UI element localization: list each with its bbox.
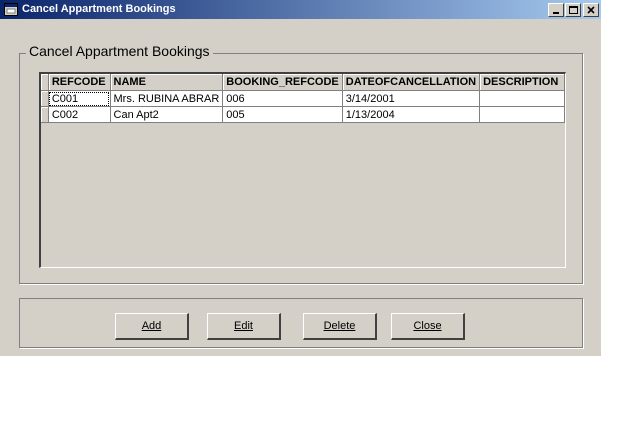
cell-date-of-cancellation[interactable]: 3/14/2001 bbox=[342, 90, 481, 107]
buttons-groupbox bbox=[19, 298, 583, 348]
column-header-name[interactable]: NAME bbox=[110, 74, 224, 91]
row-selector[interactable] bbox=[41, 106, 49, 123]
minimize-button[interactable] bbox=[548, 3, 564, 17]
close-icon bbox=[587, 6, 595, 14]
edit-button[interactable]: Edit bbox=[207, 313, 281, 340]
window-title: Cancel Appartment Bookings bbox=[22, 3, 176, 15]
close-button-label: Close bbox=[413, 320, 442, 332]
bookings-table: REFCODE NAME BOOKING_REFCODE DATEOFCANCE… bbox=[41, 74, 565, 123]
add-button[interactable]: Add bbox=[115, 313, 189, 340]
cell-name[interactable]: Mrs. RUBINA ABRAR bbox=[110, 90, 224, 107]
app-window: Cancel Appartment Bookings Cancel Appart… bbox=[0, 0, 601, 356]
close-button[interactable]: Close bbox=[391, 313, 465, 340]
cell-description[interactable] bbox=[479, 106, 565, 123]
column-header-date-of-cancellation[interactable]: DATEOFCANCELLATION bbox=[342, 74, 481, 91]
cell-description[interactable] bbox=[479, 90, 565, 107]
column-header-refcode[interactable]: REFCODE bbox=[48, 74, 111, 91]
maximize-icon bbox=[569, 6, 578, 14]
delete-button-label: Delete bbox=[323, 320, 356, 332]
header-row: REFCODE NAME BOOKING_REFCODE DATEOFCANCE… bbox=[41, 74, 565, 91]
table-row[interactable]: C002 Can Apt2 005 1/13/2004 bbox=[41, 106, 565, 123]
table-row[interactable]: C001 Mrs. RUBINA ABRAR 006 3/14/2001 bbox=[41, 90, 565, 107]
cell-refcode[interactable]: C001 bbox=[48, 90, 111, 107]
add-button-label: Add bbox=[141, 320, 162, 332]
cell-name[interactable]: Can Apt2 bbox=[110, 106, 224, 123]
bookings-grid[interactable]: REFCODE NAME BOOKING_REFCODE DATEOFCANCE… bbox=[39, 72, 566, 268]
close-window-button[interactable] bbox=[583, 3, 599, 17]
row-selector-header bbox=[41, 74, 49, 91]
edit-button-label: Edit bbox=[234, 320, 253, 332]
minimize-icon bbox=[553, 12, 559, 14]
delete-button[interactable]: Delete bbox=[303, 313, 377, 340]
cell-booking-refcode[interactable]: 005 bbox=[222, 106, 343, 123]
row-selector[interactable] bbox=[41, 90, 49, 107]
cell-booking-refcode[interactable]: 006 bbox=[222, 90, 343, 107]
column-header-booking-refcode[interactable]: BOOKING_REFCODE bbox=[222, 74, 343, 91]
app-window-icon[interactable] bbox=[4, 3, 18, 16]
title-bar[interactable]: Cancel Appartment Bookings bbox=[0, 0, 601, 19]
group-title: Cancel Appartment Bookings bbox=[26, 43, 213, 59]
column-header-description[interactable]: DESCRIPTION bbox=[479, 74, 565, 91]
cell-date-of-cancellation[interactable]: 1/13/2004 bbox=[342, 106, 481, 123]
cell-refcode[interactable]: C002 bbox=[48, 106, 111, 123]
maximize-button[interactable] bbox=[565, 3, 581, 17]
